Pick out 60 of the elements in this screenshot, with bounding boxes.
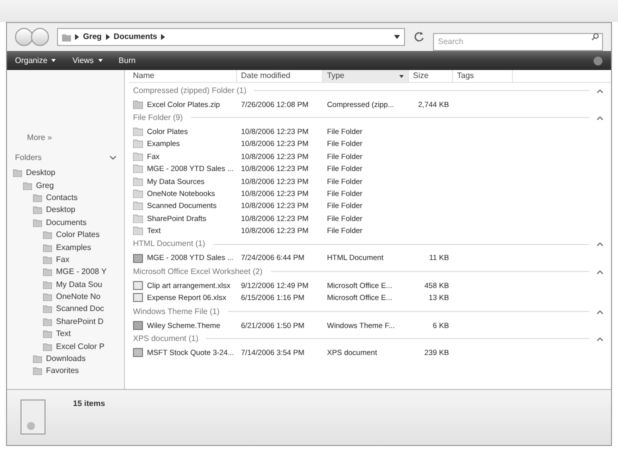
toolbar-button[interactable]: Burn: [118, 54, 136, 66]
chevron-right-icon: [75, 34, 79, 40]
item-count: 15 items: [73, 398, 106, 410]
chevron-up-icon[interactable]: [597, 270, 603, 274]
chevron-up-icon[interactable]: [597, 88, 603, 92]
column-header[interactable]: Size: [409, 70, 453, 82]
tree-item[interactable]: Desktop: [46, 206, 76, 214]
web-page-icon: [133, 254, 143, 263]
search-field[interactable]: Search: [433, 32, 603, 50]
tree-item[interactable]: Color Plates: [56, 231, 100, 240]
address-bar[interactable]: Greg Documents: [57, 28, 405, 46]
group-header[interactable]: Windows Theme File (1): [129, 306, 220, 318]
refresh-icon[interactable]: [413, 31, 425, 43]
column-header[interactable]: Type: [323, 70, 409, 82]
chevron-up-icon[interactable]: [597, 336, 603, 341]
folders-header[interactable]: Folders: [15, 152, 42, 164]
tree-item[interactable]: OneNote No: [56, 293, 100, 302]
column-header[interactable]: Name: [129, 70, 237, 82]
chevron-right-icon: [161, 34, 166, 40]
zip-folder-icon: [133, 100, 143, 109]
group-header[interactable]: HTML Document (1): [129, 238, 206, 250]
group-header[interactable]: Compressed (zipped) Folder (1): [129, 84, 246, 96]
tree-item[interactable]: Contacts: [46, 194, 78, 202]
tree-item[interactable]: Documents: [46, 218, 86, 227]
tree-item[interactable]: Downloads: [46, 355, 86, 364]
more-link[interactable]: More »: [7, 132, 124, 144]
toolbar-button[interactable]: Organize: [15, 54, 56, 66]
dropdown-arrow-icon[interactable]: [394, 35, 400, 39]
chevron-right-icon: [106, 34, 110, 40]
document-icon: [133, 348, 143, 358]
group-header[interactable]: Microsoft Office Excel Worksheet (2): [129, 266, 263, 278]
tree-item[interactable]: SharePoint D: [56, 318, 104, 326]
group-header[interactable]: File Folder (9): [129, 112, 183, 124]
chevron-up-icon[interactable]: [597, 310, 603, 314]
tree-item[interactable]: Scanned Doc: [56, 305, 104, 314]
back-button[interactable]: [15, 28, 33, 46]
tree-item[interactable]: Favorites: [46, 367, 79, 376]
tree-item[interactable]: Greg: [36, 182, 54, 190]
tree-item[interactable]: Excel Color P: [56, 342, 104, 351]
tree-item[interactable]: MGE - 2008 Y: [56, 268, 107, 276]
breadcrumb-item[interactable]: Documents: [114, 31, 158, 43]
dropdown-arrow-icon: [399, 74, 404, 78]
tree-item[interactable]: Examples: [56, 244, 92, 252]
chevron-down-icon[interactable]: [110, 156, 116, 160]
breadcrumb-item[interactable]: Greg: [83, 31, 102, 43]
group-header[interactable]: XPS document (1): [129, 332, 198, 345]
chevron-up-icon[interactable]: [597, 116, 603, 120]
folder-icon: [62, 32, 71, 42]
tree-item[interactable]: Text: [56, 330, 71, 338]
dropdown-arrow-icon: [98, 59, 103, 62]
forward-button[interactable]: [31, 28, 49, 46]
tree-item[interactable]: Fax: [56, 256, 70, 264]
search-icon: [591, 33, 599, 41]
dropdown-arrow-icon: [51, 59, 56, 62]
theme-file-icon: [133, 320, 143, 330]
tree-item[interactable]: My Data Sou: [56, 280, 102, 289]
chevron-up-icon[interactable]: [597, 242, 603, 246]
column-header[interactable]: Tags: [453, 70, 513, 82]
tree-item[interactable]: Desktop: [26, 169, 56, 178]
toolbar-button[interactable]: Views: [72, 54, 103, 66]
